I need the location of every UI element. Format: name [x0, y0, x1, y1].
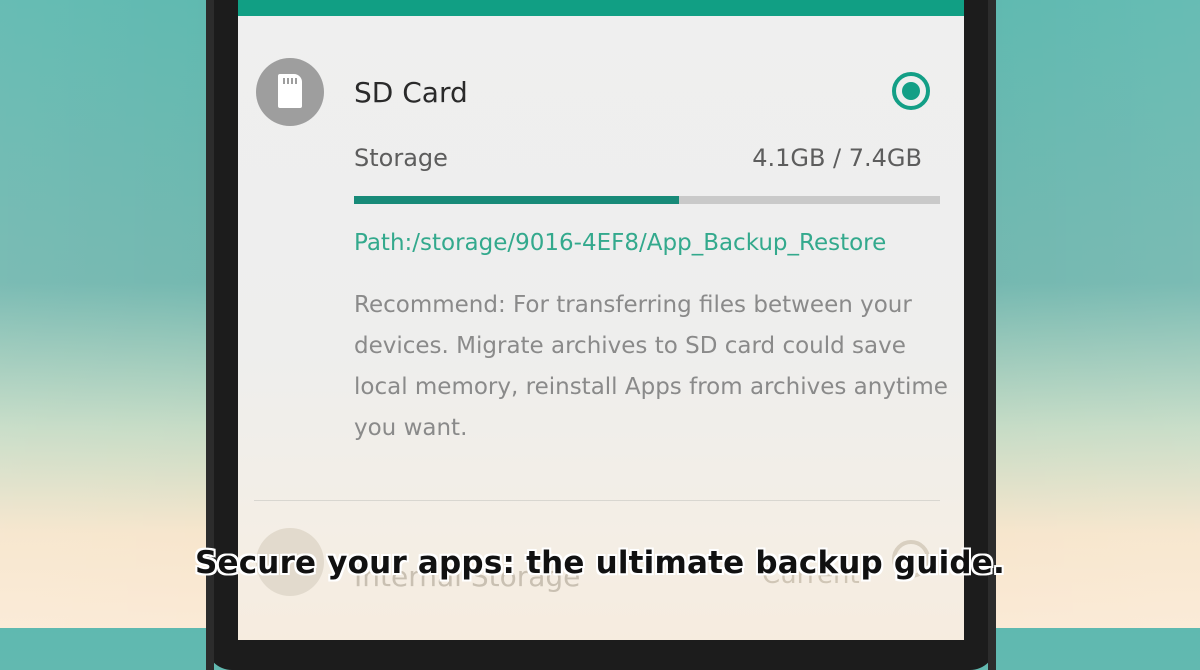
storage-progress-fill [354, 196, 679, 204]
radio-selected-dot [902, 82, 920, 100]
backup-path: Path:/storage/9016-4EF8/App_Backup_Resto… [354, 230, 887, 256]
divider [254, 500, 940, 501]
sd-card-icon [256, 58, 324, 126]
sd-card-title[interactable]: SD Card [354, 76, 468, 109]
background-left [0, 0, 230, 628]
storage-label: Storage [354, 144, 448, 172]
background-right [970, 0, 1200, 628]
sd-card-radio[interactable] [892, 72, 930, 110]
phone-screen: SD Card Storage 4.1GB / 7.4GB Path:/stor… [238, 0, 964, 640]
storage-value: 4.1GB / 7.4GB [752, 144, 922, 172]
recommend-text: Recommend: For transferring files betwee… [354, 292, 948, 441]
app-bar [238, 0, 964, 16]
storage-progress-bar [354, 196, 940, 204]
caption-text: Secure your apps: the ultimate backup gu… [194, 545, 1006, 581]
